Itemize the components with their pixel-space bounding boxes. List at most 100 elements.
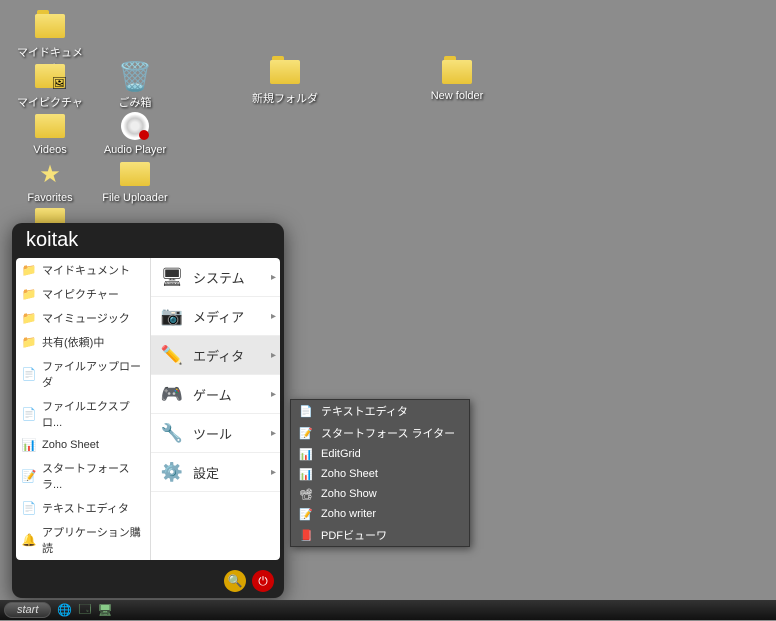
list-item-label: Zoho Sheet: [42, 439, 99, 451]
desktop-icon-favs[interactable]: ★ Favorites: [15, 158, 85, 204]
category-icon: 📷: [161, 305, 183, 327]
desktop-icon-label: File Uploader: [100, 192, 170, 204]
start-menu-left-pane: 📁 マイドキュメント 📁マイピクチャー 📁 マイミュージック 📁共有(依頼)中 📄 ファイルア…: [16, 258, 151, 560]
list-item-label: マイドキュメント: [42, 262, 130, 278]
submenu-item-icon: 📄: [299, 404, 313, 418]
start-menu-footer: 🔍 ⏻: [12, 564, 284, 598]
trash-icon: 🗑️: [119, 60, 151, 92]
folder-icon: [269, 56, 301, 88]
start-category-3[interactable]: 🎮ゲーム▸: [151, 375, 280, 414]
category-label: メディア: [193, 307, 244, 326]
submenu-item-4[interactable]: 📽 Zoho Show: [291, 484, 469, 504]
list-item-icon: 🔔: [22, 533, 36, 547]
start-menu-right-pane: 🖥システム▸📷メディア▸✏️エディタ▸🎮ゲーム▸🔧ツール▸⚙️設定▸: [151, 258, 280, 560]
start-left-item-5[interactable]: 📄 ファイルエクスプロ...: [16, 394, 150, 434]
list-item-icon: 📄: [22, 501, 36, 515]
list-item-icon: 📄: [22, 407, 36, 421]
chevron-right-icon: ▸: [271, 272, 276, 283]
fav-icon: ★: [34, 158, 66, 190]
start-menu-body: 📁 マイドキュメント 📁マイピクチャー 📁 マイミュージック 📁共有(依頼)中 📄 ファイルア…: [16, 258, 280, 560]
start-left-item-7[interactable]: 📝 スタートフォース ラ...: [16, 456, 150, 496]
submenu-item-label: PDFビューワ: [321, 527, 387, 543]
start-left-item-2[interactable]: 📁 マイミュージック: [16, 306, 150, 330]
list-item-label: マイミュージック: [42, 310, 130, 326]
submenu-item-0[interactable]: 📄 テキストエディタ: [291, 400, 469, 422]
desktop-icon-videos[interactable]: Videos: [15, 110, 85, 156]
pic-icon: [34, 60, 66, 92]
desktop-icon-trash[interactable]: 🗑️ごみ箱: [100, 60, 170, 110]
folder-icon: [34, 10, 66, 42]
start-category-0[interactable]: 🖥 システム ▸: [151, 258, 280, 297]
desktop-icon-newf2[interactable]: New folder: [422, 56, 492, 102]
submenu-item-3[interactable]: 📊 Zoho Sheet: [291, 464, 469, 484]
category-label: 設定: [193, 463, 219, 482]
start-button[interactable]: start: [4, 602, 51, 618]
chevron-right-icon: ▸: [271, 389, 276, 400]
start-left-item-4[interactable]: 📄 ファイルアップローダ: [16, 354, 150, 394]
list-item-icon: 📁: [22, 263, 36, 277]
submenu-item-1[interactable]: 📝 スタートフォース ライター: [291, 422, 469, 444]
power-button[interactable]: ⏻: [252, 570, 274, 592]
submenu-item-icon: 📝: [299, 426, 313, 440]
search-button[interactable]: 🔍: [224, 570, 246, 592]
chevron-right-icon: ▸: [271, 467, 276, 478]
start-left-item-8[interactable]: 📄テキストエディタ: [16, 496, 150, 520]
submenu-item-icon: 📕: [299, 528, 313, 542]
list-item-label: ファイルアップローダ: [42, 358, 144, 390]
desktop-icon-audiop[interactable]: Audio Player: [100, 110, 170, 156]
desktop-icon-fileup[interactable]: File Uploader: [100, 158, 170, 204]
submenu-item-2[interactable]: 📊EditGrid: [291, 444, 469, 464]
category-icon: 🖥: [161, 266, 183, 288]
folder-icon: [441, 56, 473, 88]
chevron-right-icon: ▸: [271, 350, 276, 361]
submenu-item-5[interactable]: 📝Zoho writer: [291, 504, 469, 524]
submenu-item-icon: 📝: [299, 507, 313, 521]
list-item-label: スタートフォース ラ...: [42, 460, 144, 492]
submenu-item-label: テキストエディタ: [321, 403, 408, 419]
category-icon: ⚙️: [161, 461, 183, 483]
start-left-item-6[interactable]: 📊 Zoho Sheet: [16, 434, 150, 456]
editor-submenu: 📄 テキストエディタ 📝 スタートフォース ライター 📊EditGrid 📊 Zoho Sh…: [290, 399, 470, 547]
list-item-icon: 📊: [22, 438, 36, 452]
category-label: ゲーム: [193, 385, 232, 404]
list-item-label: マイピクチャー: [42, 286, 119, 302]
start-category-1[interactable]: 📷 メディア ▸: [151, 297, 280, 336]
start-left-item-0[interactable]: 📁 マイドキュメント: [16, 258, 150, 282]
category-icon: ✏️: [161, 344, 183, 366]
submenu-item-icon: 📊: [299, 467, 313, 481]
submenu-item-6[interactable]: 📕 PDFビューワ: [291, 524, 469, 546]
start-left-item-3[interactable]: 📁共有(依頼)中: [16, 330, 150, 354]
category-label: ツール: [193, 424, 232, 443]
start-left-item-9[interactable]: 🔔 アプリケーション購読: [16, 520, 150, 560]
list-item-icon: 📝: [22, 469, 36, 483]
desktop: マイドキュメントマイピクチャー 🗑️ごみ箱新規フォルダ New folder Vide…: [0, 0, 776, 620]
desktop-icon-label: 新規フォルダ: [250, 90, 320, 106]
submenu-item-label: スタートフォース ライター: [321, 425, 455, 441]
start-menu: koitak 📁 マイドキュメント 📁マイピクチャー 📁 マイミュージック 📁共有(依頼)…: [12, 223, 284, 598]
start-category-5[interactable]: ⚙️ 設定 ▸: [151, 453, 280, 492]
list-item-label: アプリケーション購読: [42, 524, 144, 556]
desktop-icon-label: Audio Player: [100, 144, 170, 156]
desktop-icon-newf1[interactable]: 新規フォルダ: [250, 56, 320, 106]
disc-icon: [119, 110, 151, 142]
chevron-right-icon: ▸: [271, 311, 276, 322]
start-category-4[interactable]: 🔧ツール▸: [151, 414, 280, 453]
submenu-item-label: Zoho Show: [321, 488, 377, 500]
submenu-item-label: Zoho Sheet: [321, 468, 378, 480]
list-item-icon: 📁: [22, 311, 36, 325]
list-item-label: 共有(依頼)中: [42, 334, 104, 350]
taskbar-window-icon[interactable]: 🗔: [78, 600, 91, 621]
start-category-2[interactable]: ✏️ エディタ ▸: [151, 336, 280, 375]
submenu-item-icon: 📽: [299, 487, 313, 501]
list-item-label: ファイルエクスプロ...: [42, 398, 144, 430]
category-icon: 🔧: [161, 422, 183, 444]
category-label: システム: [193, 268, 245, 287]
desktop-icon-label: New folder: [422, 90, 492, 102]
taskbar-desktop-icon[interactable]: 🖥: [97, 603, 112, 617]
taskbar-globe-icon[interactable]: 🌐: [57, 603, 72, 617]
start-menu-user: koitak: [12, 223, 284, 254]
category-label: エディタ: [193, 346, 244, 365]
start-left-item-1[interactable]: 📁マイピクチャー: [16, 282, 150, 306]
desktop-icon-label: Favorites: [15, 192, 85, 204]
list-item-icon: 📄: [22, 367, 36, 381]
